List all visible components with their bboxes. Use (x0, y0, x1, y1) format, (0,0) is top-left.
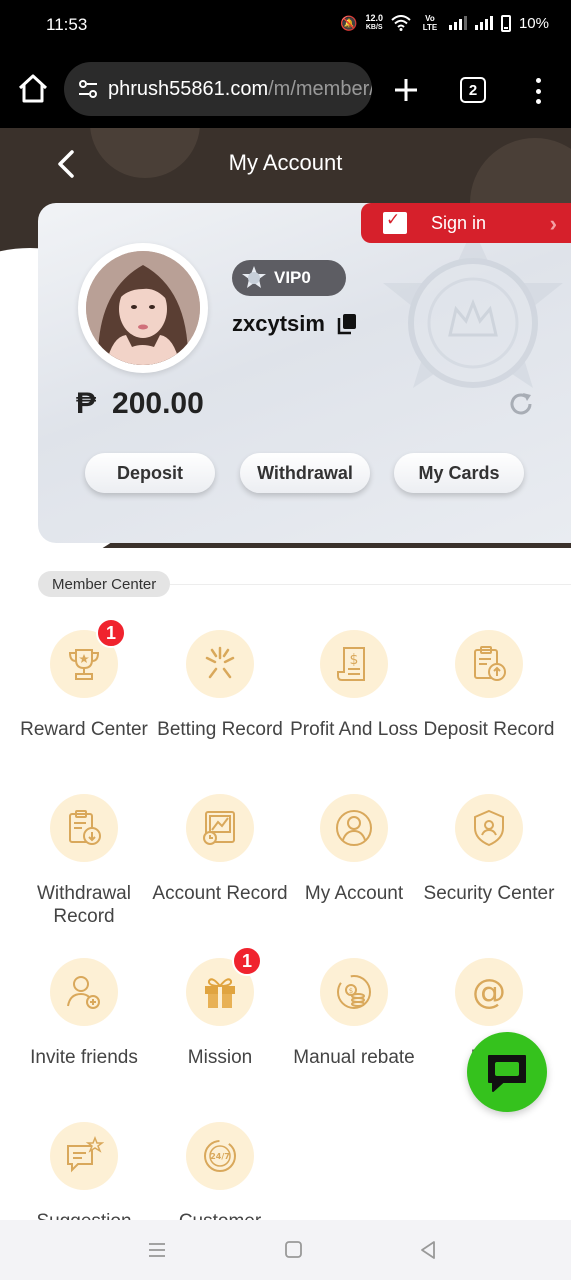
browser-toolbar: phrush55861.com/m/member/ 2 (0, 52, 571, 128)
grid-item-manual-rebate[interactable]: $ Manual rebate (284, 958, 424, 1069)
grid-item-security-center[interactable]: Security Center (419, 794, 559, 905)
username: zxcytsim (232, 311, 357, 337)
new-tab-icon[interactable] (392, 76, 420, 104)
grid-item-reward-center[interactable]: 1 Reward Center (14, 618, 154, 741)
clipboard-download-icon (50, 794, 118, 862)
grid-item-label: Betting Record (157, 719, 283, 740)
grid-item-label: Profit And Loss (290, 719, 418, 740)
status-bar: 11:53 🔕 12.0 KB/S Vo LTE 10% (0, 0, 571, 52)
copy-icon[interactable] (337, 313, 357, 335)
add-user-icon (50, 958, 118, 1026)
receipt-icon: $ (320, 630, 388, 698)
url-bar[interactable]: phrush55861.com/m/member/ (64, 62, 372, 116)
account-card: Sign in › VIP0 zxcytsim ₱ 200.00 Depo (38, 203, 571, 543)
clipboard-upload-icon (455, 630, 523, 698)
notification-badge: 1 (232, 946, 262, 976)
grid-item-label: My Account (304, 883, 404, 904)
chevron-right-icon: › (549, 211, 557, 236)
battery-icon (500, 14, 511, 32)
live-chat-button[interactable] (467, 1032, 547, 1112)
svg-text:@: @ (472, 972, 506, 1012)
volte-label: Vo LTE (422, 14, 438, 32)
balance: ₱ 200.00 (76, 387, 204, 421)
medal-watermark-icon (383, 228, 563, 388)
net-speed: 12.0 KB/S (365, 14, 383, 32)
grid-item-invite-friends[interactable]: Invite friends (14, 958, 154, 1069)
grid-item-label: Manual rebate (293, 1047, 415, 1068)
status-time: 11:53 (46, 15, 88, 34)
home-icon[interactable] (16, 72, 50, 106)
site-settings-icon[interactable] (76, 77, 100, 101)
grid-item-suggestion[interactable]: Suggestion (14, 1122, 154, 1233)
grid-item-label: Reward Center (20, 719, 148, 740)
my-cards-button[interactable]: My Cards (394, 453, 524, 493)
url-path: /m/member/ (268, 77, 372, 100)
shield-user-icon (455, 794, 523, 862)
chat-bubble-icon (488, 1055, 526, 1092)
page-title: My Account (228, 150, 343, 175)
grid-item-withdrawal-record[interactable]: Withdrawal Record (14, 794, 154, 928)
avatar-frame[interactable] (78, 243, 208, 373)
sign-in-label: Sign in (431, 212, 487, 233)
vip-medal-icon (242, 266, 266, 288)
url-host: phrush55861.com (108, 77, 269, 100)
grid-item-label: Mission (187, 1047, 253, 1068)
wifi-icon (391, 15, 411, 31)
notification-badge: 1 (96, 618, 126, 648)
chat-star-icon (50, 1122, 118, 1190)
back-nav-icon[interactable] (418, 1240, 440, 1260)
currency-symbol: ₱ (76, 387, 97, 420)
home-nav-icon[interactable] (283, 1240, 305, 1260)
tab-switcher-button[interactable]: 2 (460, 77, 486, 103)
gift-icon: 1 (186, 946, 262, 1026)
net-speed-unit: KB/S (365, 24, 383, 31)
mute-icon: 🔕 (340, 14, 358, 31)
grid-item-profit-and-loss[interactable]: $ Profit And Loss (284, 630, 424, 741)
coins-icon: $ (320, 958, 388, 1026)
grid-item-my-account[interactable]: My Account (284, 794, 424, 905)
account-record-icon (186, 794, 254, 862)
grid-item-label: Withdrawal Record (37, 883, 131, 927)
grid-item-label: Invite friends (30, 1047, 138, 1068)
svg-text:$: $ (349, 987, 353, 995)
star-burst-icon (186, 630, 254, 698)
vip-badge: VIP0 (232, 260, 346, 296)
net-speed-value: 12.0 (365, 13, 383, 23)
deposit-button[interactable]: Deposit (85, 453, 215, 493)
url-text: phrush55861.com/m/member/ (108, 78, 372, 101)
balance-amount: 200.00 (112, 387, 204, 420)
grid-item-deposit-record[interactable]: Deposit Record (419, 630, 559, 741)
user-icon (320, 794, 388, 862)
username-text: zxcytsim (232, 311, 325, 336)
more-menu-icon[interactable] (528, 78, 548, 104)
status-icons: 🔕 12.0 KB/S Vo LTE 10% (340, 14, 549, 33)
support-24-7-icon: 24/7 (186, 1122, 254, 1190)
recent-apps-icon[interactable] (146, 1240, 168, 1260)
svg-text:$: $ (350, 652, 359, 668)
refresh-icon[interactable] (508, 391, 534, 417)
grid-item-label: Account Record (152, 883, 288, 904)
grid-item-label: Security Center (423, 883, 555, 904)
grid-item-betting-record[interactable]: Betting Record (150, 630, 290, 741)
checkin-calendar-icon (383, 210, 407, 234)
sign-in-button[interactable]: Sign in › (361, 203, 571, 243)
battery-level: 10% (518, 14, 549, 32)
grid-item-label: Deposit Record (423, 719, 555, 740)
signal-icon-1 (448, 16, 467, 30)
system-nav-bar (0, 1220, 571, 1280)
svg-text:24/7: 24/7 (210, 1152, 230, 1161)
member-center-title: Member Center (38, 571, 171, 597)
signal-icon-2 (474, 16, 493, 30)
divider (170, 584, 571, 585)
vip-level: VIP0 (274, 268, 311, 287)
grid-item-mission[interactable]: 1 Mission (150, 946, 290, 1069)
grid-item-customer-service[interactable]: 24/7 Customer (150, 1122, 290, 1233)
withdrawal-button[interactable]: Withdrawal (240, 453, 370, 493)
trophy-icon: 1 (50, 618, 126, 698)
grid-item-account-record[interactable]: Account Record (150, 794, 290, 905)
at-icon: @ (455, 958, 523, 1026)
avatar (86, 251, 200, 365)
